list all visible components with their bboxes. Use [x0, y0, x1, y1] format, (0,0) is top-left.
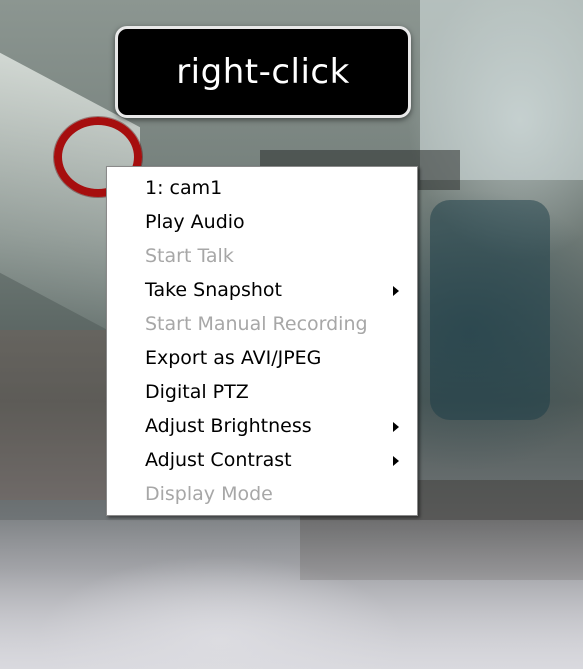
- menu-item-start-talk: Start Talk: [107, 239, 417, 273]
- submenu-arrow-icon: [393, 456, 399, 466]
- menu-item-label: Digital PTZ: [145, 381, 249, 403]
- context-menu: 1: cam1 Play Audio Start Talk Take Snaps…: [106, 166, 418, 516]
- feed-region: [0, 520, 583, 669]
- feed-region: [0, 330, 110, 500]
- menu-item-label: Take Snapshot: [145, 279, 282, 301]
- menu-item-label: Play Audio: [145, 211, 245, 233]
- menu-item-label: Start Talk: [145, 245, 234, 267]
- menu-item-adjust-brightness[interactable]: Adjust Brightness: [107, 409, 417, 443]
- submenu-arrow-icon: [393, 286, 399, 296]
- menu-item-take-snapshot[interactable]: Take Snapshot: [107, 273, 417, 307]
- menu-item-camera-name[interactable]: 1: cam1: [107, 171, 417, 205]
- callout-label: right-click: [176, 52, 350, 92]
- feed-region: [430, 200, 550, 420]
- menu-item-label: 1: cam1: [145, 177, 223, 199]
- menu-item-label: Display Mode: [145, 483, 273, 505]
- menu-item-export-avi-jpeg[interactable]: Export as AVI/JPEG: [107, 341, 417, 375]
- menu-item-label: Start Manual Recording: [145, 313, 368, 335]
- menu-item-display-mode: Display Mode: [107, 477, 417, 511]
- menu-item-label: Export as AVI/JPEG: [145, 347, 322, 369]
- submenu-arrow-icon: [393, 422, 399, 432]
- menu-item-adjust-contrast[interactable]: Adjust Contrast: [107, 443, 417, 477]
- menu-item-start-manual-recording: Start Manual Recording: [107, 307, 417, 341]
- menu-item-label: Adjust Contrast: [145, 449, 292, 471]
- menu-item-play-audio[interactable]: Play Audio: [107, 205, 417, 239]
- menu-item-label: Adjust Brightness: [145, 415, 312, 437]
- menu-item-digital-ptz[interactable]: Digital PTZ: [107, 375, 417, 409]
- right-click-callout: right-click: [115, 26, 411, 118]
